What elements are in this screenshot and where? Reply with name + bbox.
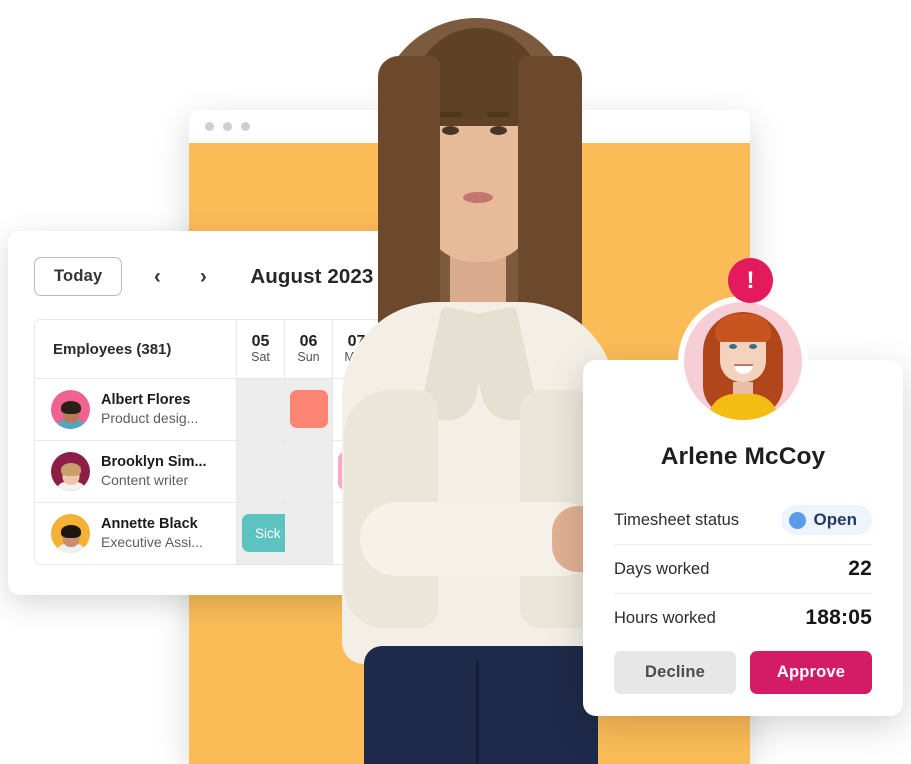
detail-value: 22: [848, 557, 872, 580]
calendar-cell[interactable]: [333, 379, 381, 440]
calendar-cell[interactable]: [285, 379, 333, 440]
avatar: [51, 452, 90, 491]
employees-header-cell: Employees (381): [35, 320, 237, 378]
avatar: [51, 514, 90, 553]
day-weekday: Sat: [251, 350, 270, 365]
eye-right: [749, 344, 757, 349]
status-label: Open: [813, 510, 857, 529]
calendar-toolbar: Today ‹ › August 2023: [8, 231, 428, 296]
page-title: Arlene McCoy: [660, 443, 826, 470]
calendar-cell[interactable]: [237, 441, 285, 502]
month-label: August 2023: [250, 264, 374, 288]
calendar-cell[interactable]: H: [333, 441, 402, 502]
avatar-ring: !: [678, 258, 808, 426]
calendar-cell[interactable]: [333, 503, 381, 564]
detail-row-timesheet-status: Timesheet status Open: [614, 496, 872, 544]
table-row[interactable]: Annette Black Executive Assi... Sick: [35, 502, 428, 564]
day-weekday: Sun: [297, 350, 320, 365]
window-dot-close[interactable]: [205, 122, 214, 131]
detail-label: Timesheet status: [614, 510, 740, 529]
employee-name: Albert Flores: [101, 392, 191, 409]
decline-button[interactable]: Decline: [614, 651, 736, 694]
day-column-header[interactable]: 05 Sat: [237, 320, 285, 378]
status-badge[interactable]: Open: [780, 505, 872, 535]
detail-value: 188:05: [805, 606, 872, 629]
calendar-cell[interactable]: [285, 503, 333, 564]
day-column-header[interactable]: 06 Sun: [285, 320, 333, 378]
employee-name: Brooklyn Sim...: [101, 454, 207, 471]
detail-row-days-worked: Days worked 22: [614, 544, 872, 593]
detail-label: Hours worked: [614, 608, 716, 627]
calendar-cell[interactable]: [381, 503, 428, 564]
status-dot-icon: [788, 511, 806, 529]
table-row[interactable]: Albert Flores Product desig...: [35, 378, 428, 440]
timesheet-calendar-card: Today ‹ › August 2023 Employees (381) 05…: [8, 231, 428, 595]
avatar: [51, 390, 90, 429]
employee-cell[interactable]: Albert Flores Product desig...: [35, 379, 237, 440]
employee-role: Content writer: [101, 472, 189, 489]
calendar-cell[interactable]: [381, 441, 428, 502]
calendar-header-row: Employees (381) 05 Sat 06 Sun 07 Mon 08 …: [35, 320, 428, 378]
calendar-event-coral[interactable]: [290, 390, 328, 428]
day-number: 07: [347, 332, 366, 350]
hair-fringe: [715, 314, 771, 342]
day-column-header[interactable]: 08 Tue: [381, 320, 428, 378]
day-number: 08: [395, 332, 414, 350]
screenshot-root: Today ‹ › August 2023 Employees (381) 05…: [0, 0, 911, 764]
calendar-cell[interactable]: Sick: [237, 503, 428, 564]
window-dot-maximize[interactable]: [241, 122, 250, 131]
avatar[interactable]: [684, 302, 802, 420]
detail-label: Days worked: [614, 559, 710, 578]
table-row[interactable]: Brooklyn Sim... Content writer H: [35, 440, 428, 502]
employee-role: Executive Assi...: [101, 534, 203, 551]
approve-button[interactable]: Approve: [750, 651, 872, 694]
chevron-right-icon[interactable]: ›: [186, 266, 220, 287]
detail-rows: Timesheet status Open Days worked 22 Hou…: [614, 496, 872, 642]
day-number: 05: [251, 332, 270, 350]
employee-cell[interactable]: Annette Black Executive Assi...: [35, 503, 237, 564]
calendar-cell[interactable]: [237, 379, 285, 440]
detail-row-hours-worked: Hours worked 188:05: [614, 593, 872, 642]
alert-icon[interactable]: !: [728, 258, 773, 303]
calendar-cell[interactable]: [285, 441, 333, 502]
calendar-grid: Employees (381) 05 Sat 06 Sun 07 Mon 08 …: [34, 319, 428, 565]
employee-name: Annette Black: [101, 516, 198, 533]
day-weekday: Tue: [393, 350, 416, 365]
today-button[interactable]: Today: [34, 257, 123, 296]
calendar-cell[interactable]: [381, 379, 428, 440]
window-dot-minimize[interactable]: [223, 122, 232, 131]
day-weekday: Mon: [344, 350, 369, 365]
employee-cell[interactable]: Brooklyn Sim... Content writer: [35, 441, 237, 502]
detail-actions: Decline Approve: [614, 651, 872, 694]
browser-titlebar: [189, 110, 750, 144]
employee-detail-card: ! Arlene McCoy Timesheet status Open Day…: [583, 258, 903, 716]
employee-role: Product desig...: [101, 410, 199, 427]
eye-left: [729, 344, 737, 349]
day-column-header[interactable]: 07 Mon: [333, 320, 381, 378]
day-number: 06: [299, 332, 318, 350]
chevron-left-icon[interactable]: ‹: [140, 266, 174, 287]
